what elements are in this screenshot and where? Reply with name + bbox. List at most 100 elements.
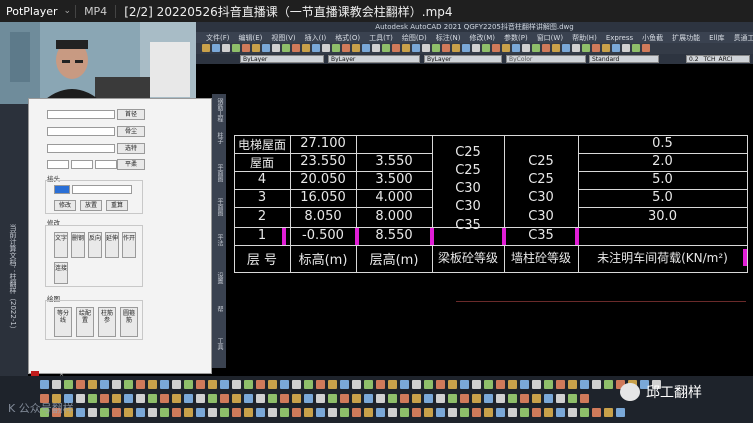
- cell-beam-grade: C30: [455, 199, 481, 214]
- menu-item[interactable]: 贯通工具(E): [733, 33, 753, 43]
- cell-height: 3.500: [375, 172, 413, 187]
- cell-height: 8.000: [375, 209, 413, 224]
- plotstyle-combo[interactable]: ByColor: [506, 55, 586, 63]
- bottom-toolbar-row-1[interactable]: [40, 380, 661, 392]
- header-elevation: 标高(m): [298, 253, 348, 268]
- cell-elevation: 27.100: [300, 136, 346, 151]
- tab-rebar[interactable]: 钢筋工程: [214, 98, 224, 122]
- plugin-tab-strip: 钢筋工程 柱子 平面图 平面图 平法 设置 帮 工具: [212, 94, 226, 368]
- join-dropdown[interactable]: [54, 185, 70, 194]
- cell-load: 5.0: [652, 190, 673, 205]
- left-strip-text: 当前计算文档：柱翻样（2022-1）: [9, 224, 17, 333]
- cell-column-grade: C30: [528, 209, 554, 224]
- menu-item[interactable]: 扩展功能: [672, 33, 700, 43]
- menu-item[interactable]: Express: [606, 34, 633, 42]
- player-brand[interactable]: PotPlayer: [0, 5, 64, 18]
- tab-settings[interactable]: 设置: [214, 272, 224, 284]
- input-field-4b[interactable]: [71, 160, 93, 169]
- menu-item[interactable]: 标注(N): [436, 33, 461, 43]
- menu-item[interactable]: 编辑(E): [239, 33, 263, 43]
- cell-beam-grade: C25: [455, 163, 481, 178]
- webcam-feed: [0, 22, 196, 104]
- brand-logo-text: 邱工翻样: [646, 385, 702, 401]
- tab-column[interactable]: 柱子: [214, 132, 224, 144]
- acad-left-strip: 当前计算文档：柱翻样（2022-1）: [0, 104, 28, 376]
- tab-method[interactable]: 平法: [214, 234, 224, 246]
- cell-load: 5.0: [652, 172, 673, 187]
- group-draw: 等分线 绘配置 柱筋参 圆箍筋: [45, 300, 143, 340]
- menu-item[interactable]: 插入(I): [305, 33, 327, 43]
- bottom-toolbar-row-3[interactable]: [40, 408, 625, 420]
- modify-button-text[interactable]: 文字: [54, 232, 68, 258]
- menu-item[interactable]: 工具(T): [369, 33, 393, 43]
- header-floor: 层 号: [246, 253, 278, 268]
- color-combo[interactable]: ByLayer: [328, 55, 420, 63]
- menu-item[interactable]: Ell库: [709, 33, 724, 43]
- menu-item[interactable]: 绘图(D): [402, 33, 427, 43]
- join-button-recalc[interactable]: 重算: [106, 200, 128, 211]
- text-style-combo[interactable]: Standard: [589, 55, 659, 63]
- menu-item[interactable]: 视图(V): [271, 33, 295, 43]
- input-field-4a[interactable]: [47, 160, 69, 169]
- menu-item[interactable]: 小鱼截: [642, 33, 663, 43]
- dim-style-combo[interactable]: 0.2 _TCH_ARCI: [686, 55, 750, 63]
- cell-beam-grade: C25: [455, 145, 481, 160]
- cell-load: 0.5: [652, 136, 673, 151]
- highlight-mark: [502, 228, 506, 245]
- cell-floor: 2: [257, 209, 267, 224]
- cell-column-grade: C25: [528, 172, 554, 187]
- button-4[interactable]: 平柔: [117, 159, 145, 170]
- cell-column-grade: C35: [528, 228, 554, 243]
- toolbar-icons[interactable]: [202, 44, 650, 52]
- menu-item[interactable]: 参数(P): [504, 33, 528, 43]
- cell-floor: 3: [257, 190, 267, 205]
- input-field-1[interactable]: [47, 110, 115, 119]
- input-field-2[interactable]: [47, 127, 115, 136]
- menu-item[interactable]: 格式(O): [335, 33, 360, 43]
- cell-height: 8.550: [375, 228, 413, 243]
- modify-button-extend[interactable]: 延伸: [105, 232, 119, 258]
- cell-height: 4.000: [375, 190, 413, 205]
- button-3[interactable]: 选特: [117, 143, 145, 154]
- menu-item[interactable]: 窗口(W): [537, 33, 563, 43]
- cell-floor: 电梯屋面: [237, 138, 286, 152]
- modify-button-delete[interactable]: 删钢: [71, 232, 85, 258]
- watermark: K 公众号翻样: [8, 402, 74, 415]
- bottom-toolbar-row-2[interactable]: [40, 394, 589, 406]
- cell-height: 3.550: [375, 154, 413, 169]
- menu-item[interactable]: 文件(F): [206, 33, 230, 43]
- menu-item[interactable]: 修改(M): [469, 33, 495, 43]
- draw-button-param[interactable]: 柱筋参: [98, 307, 116, 337]
- wechat-icon: [620, 383, 640, 401]
- cell-elevation: 8.050: [304, 209, 342, 224]
- format-label: MP4: [75, 4, 117, 18]
- join-input[interactable]: [72, 185, 132, 194]
- modify-button-open[interactable]: 作开: [122, 232, 136, 258]
- draw-button-stirrup[interactable]: 圆箍筋: [120, 307, 138, 337]
- tab-plan[interactable]: 平面图: [214, 164, 224, 182]
- button-2[interactable]: 骨尘: [117, 126, 145, 137]
- join-button-place[interactable]: 放置: [80, 200, 102, 211]
- layer-combo[interactable]: ByLayer: [240, 55, 324, 63]
- modify-button-connect[interactable]: 连接: [54, 262, 68, 284]
- highlight-mark: [743, 249, 747, 266]
- tab-help[interactable]: 帮: [214, 306, 224, 312]
- input-field-3[interactable]: [47, 144, 115, 153]
- cell-elevation: 23.550: [300, 154, 346, 169]
- cell-beam-grade: C30: [455, 181, 481, 196]
- modify-button-reverse[interactable]: 反向: [88, 232, 102, 258]
- floor-elevation-table: 电梯屋面 27.100 0.5 屋面 23.550 3.550 2.0 4 20…: [234, 135, 748, 273]
- tab-tools[interactable]: 工具: [214, 338, 224, 350]
- cell-elevation: 20.050: [300, 172, 346, 187]
- draw-button-divide[interactable]: 等分线: [54, 307, 72, 337]
- highlight-mark: [355, 228, 359, 245]
- menu-item[interactable]: 帮助(H): [572, 33, 597, 43]
- join-button-modify[interactable]: 修改: [54, 200, 76, 211]
- header-height: 层高(m): [369, 253, 419, 268]
- linetype-combo[interactable]: ByLayer: [424, 55, 502, 63]
- tab-plan-2[interactable]: 平面图: [214, 198, 224, 216]
- chevron-down-icon[interactable]: ⌄: [64, 6, 72, 16]
- input-field-4c[interactable]: [95, 160, 117, 169]
- button-1[interactable]: 首径: [117, 109, 145, 120]
- draw-button-config[interactable]: 绘配置: [76, 307, 94, 337]
